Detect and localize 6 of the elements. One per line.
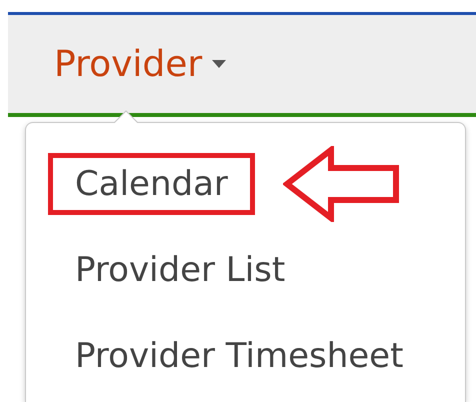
menu-item[interactable]: Calendar [48,153,255,215]
arrow-icon [282,146,401,222]
menu-item[interactable]: Provider List [48,239,312,301]
caret-icon [212,60,226,68]
provider-menu-toggle[interactable]: Provider [54,44,226,84]
menu-item[interactable]: Provider Timesheet [48,325,430,387]
